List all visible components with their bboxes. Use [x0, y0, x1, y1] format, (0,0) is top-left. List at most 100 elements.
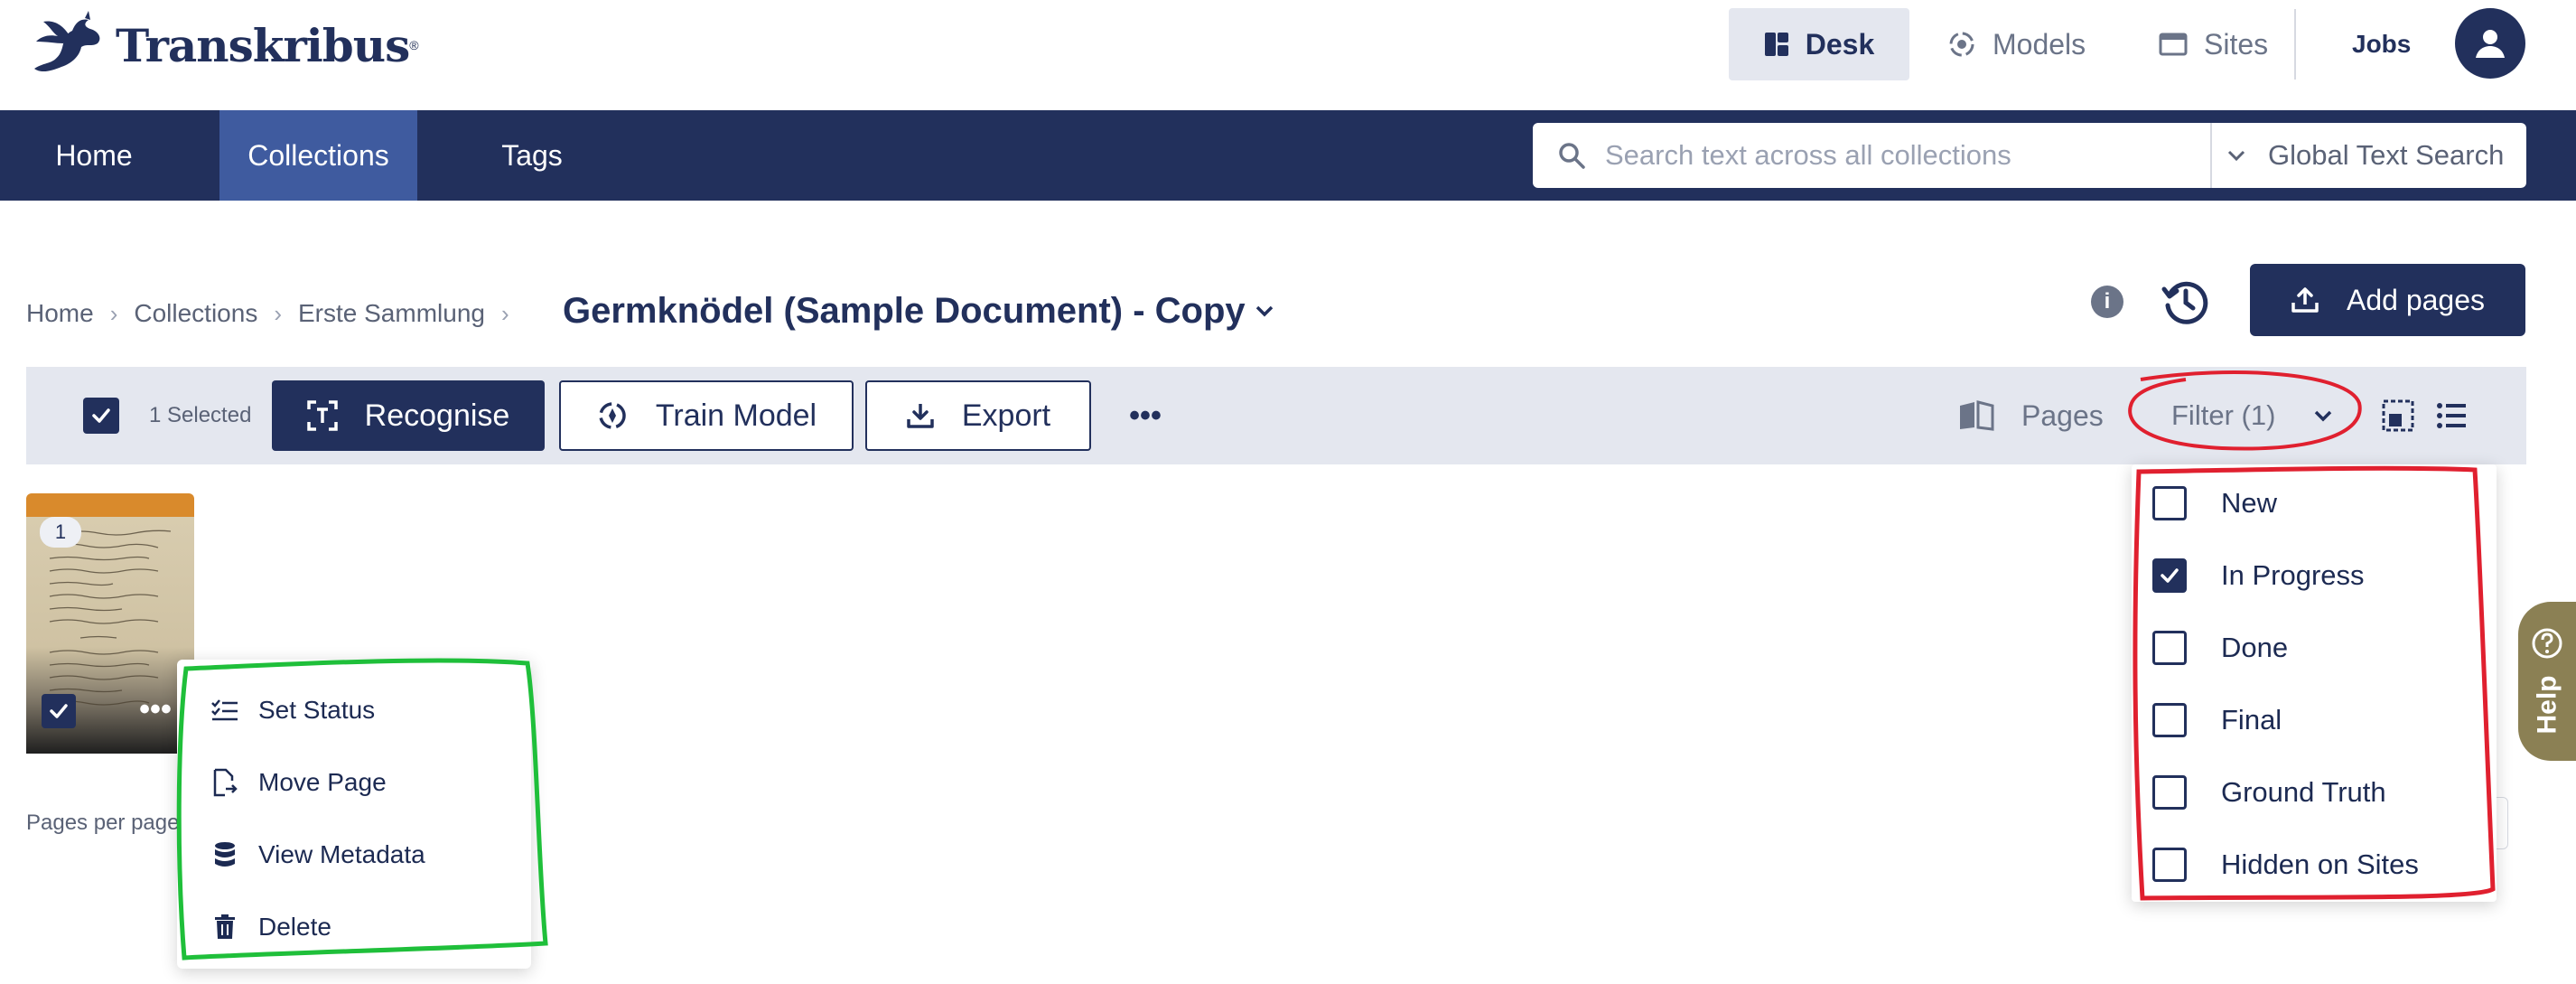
export-button[interactable]: Export [865, 380, 1091, 451]
search-input[interactable]: Search text across all collections [1533, 123, 2210, 188]
filter-checkbox[interactable] [2152, 703, 2187, 737]
filter-option-in-progress[interactable]: In Progress [2132, 539, 2497, 612]
help-label-wrapper: Help [2518, 669, 2576, 741]
search-icon [1559, 143, 1585, 169]
filter-option-label: Final [2221, 704, 2282, 736]
filter-checkbox[interactable] [2152, 486, 2187, 520]
nav-tags[interactable]: Tags [476, 110, 588, 201]
filter-option-hidden-on-sites[interactable]: Hidden on Sites [2132, 829, 2497, 901]
menu-item-label: Set Status [258, 696, 376, 724]
menu-item-set-status[interactable]: Set Status [177, 674, 531, 746]
page-number-badge: 1 [40, 517, 81, 548]
sites-icon [2159, 33, 2188, 56]
upload-icon [2291, 287, 2319, 313]
filter-checkbox[interactable] [2152, 631, 2187, 665]
registered-mark: ® [409, 38, 419, 52]
search-scope-select[interactable]: Global Text Search [2212, 123, 2526, 188]
breadcrumb-separator: › [274, 299, 282, 327]
menu-item-label: View Metadata [258, 840, 425, 868]
filter-option-label: In Progress [2221, 559, 2365, 591]
breadcrumb-separator: › [109, 299, 118, 327]
breadcrumb: Home › Collections › Erste Sammlung › [26, 291, 526, 336]
user-icon [2476, 30, 2505, 58]
page-status-bar [26, 493, 194, 517]
search-placeholder: Search text across all collections [1605, 139, 2011, 171]
pages-per-page-label: Pages per page [26, 811, 180, 835]
topbar-divider [2294, 9, 2296, 80]
check-icon [50, 704, 68, 718]
recognise-icon [306, 400, 338, 431]
book-icon [1960, 400, 1994, 431]
filter-option-done[interactable]: Done [2132, 612, 2497, 684]
download-icon [907, 404, 934, 428]
filter-dropdown[interactable]: Filter (1) [2171, 389, 2333, 443]
filter-option-final[interactable]: Final [2132, 684, 2497, 756]
desk-label: Desk [1805, 27, 1875, 61]
menu-item-label: Move Page [258, 768, 387, 796]
menu-item-view-metadata[interactable]: View Metadata [177, 819, 531, 891]
jobs-button[interactable]: Jobs [2352, 8, 2411, 80]
recognise-label: Recognise [364, 398, 510, 433]
models-icon [1949, 32, 1974, 57]
filter-checkbox[interactable] [2152, 848, 2187, 882]
sites-label: Sites [2204, 27, 2269, 61]
check-icon [92, 408, 110, 423]
filter-option-new[interactable]: New [2132, 467, 2497, 539]
nav-home[interactable]: Home [26, 110, 162, 201]
move-page-icon [213, 768, 238, 797]
chevron-down-icon [1255, 305, 1273, 317]
user-avatar[interactable] [2455, 8, 2525, 79]
train-model-label: Train Model [655, 398, 817, 433]
history-icon[interactable] [2159, 275, 2213, 329]
models-label: Models [1993, 27, 2086, 61]
more-actions-icon[interactable]: ••• [1129, 398, 1162, 434]
help-icon [2532, 628, 2562, 659]
chevron-down-icon [2315, 410, 2332, 422]
chevron-down-icon [2227, 150, 2245, 162]
train-model-icon [599, 402, 626, 429]
menu-item-delete[interactable]: Delete [177, 891, 531, 963]
models-button[interactable]: Models [1947, 8, 2086, 80]
filter-checkbox[interactable] [2152, 775, 2187, 810]
app-logo[interactable]: Transkribus ® [25, 7, 419, 83]
page-more-icon[interactable]: ••• [137, 692, 173, 726]
list-view-icon[interactable] [2433, 398, 2469, 434]
nav-collections[interactable]: Collections [219, 110, 417, 201]
train-model-button[interactable]: Train Model [559, 380, 854, 451]
page-select-checkbox[interactable] [42, 694, 76, 728]
list-check-icon [211, 699, 238, 721]
breadcrumb-collections[interactable]: Collections [134, 299, 257, 328]
menu-item-move-page[interactable]: Move Page [177, 746, 531, 819]
filter-checkbox[interactable] [2152, 558, 2187, 593]
sites-button[interactable]: Sites [2159, 8, 2268, 80]
add-pages-label: Add pages [2346, 283, 2485, 316]
filter-option-ground-truth[interactable]: Ground Truth [2132, 756, 2497, 829]
breadcrumb-collection[interactable]: Erste Sammlung [298, 299, 485, 328]
filter-label: Filter (1) [2171, 399, 2276, 431]
filter-option-label: New [2221, 487, 2278, 519]
export-label: Export [961, 398, 1051, 433]
filter-option-label: Ground Truth [2221, 776, 2386, 808]
desk-icon [1764, 33, 1788, 56]
document-title-dropdown[interactable]: Germknödel (Sample Document) - Copy [563, 282, 1274, 340]
check-icon [2161, 568, 2179, 583]
griffin-logo-icon [34, 11, 100, 72]
desk-button[interactable]: Desk [1729, 8, 1909, 80]
search-scope-label: Global Text Search [2268, 139, 2505, 171]
selected-count: 1 Selected [149, 403, 252, 427]
document-title: Germknödel (Sample Document) - Copy [563, 290, 1246, 331]
recognise-button[interactable]: Recognise [272, 380, 545, 451]
breadcrumb-home[interactable]: Home [26, 299, 94, 328]
breadcrumb-separator: › [500, 299, 509, 327]
add-pages-button[interactable]: Add pages [2250, 264, 2525, 336]
grid-view-icon[interactable] [2380, 398, 2416, 434]
filter-option-label: Hidden on Sites [2221, 848, 2419, 880]
info-icon[interactable]: i [2091, 286, 2123, 318]
pages-view-toggle[interactable]: Pages [1958, 389, 2104, 443]
filter-option-label: Done [2221, 632, 2289, 663]
database-icon [215, 842, 235, 867]
app-logo-text: Transkribus [116, 18, 410, 72]
pages-label: Pages [2021, 398, 2104, 432]
menu-item-label: Delete [258, 913, 331, 941]
select-all-checkbox[interactable] [83, 398, 119, 434]
